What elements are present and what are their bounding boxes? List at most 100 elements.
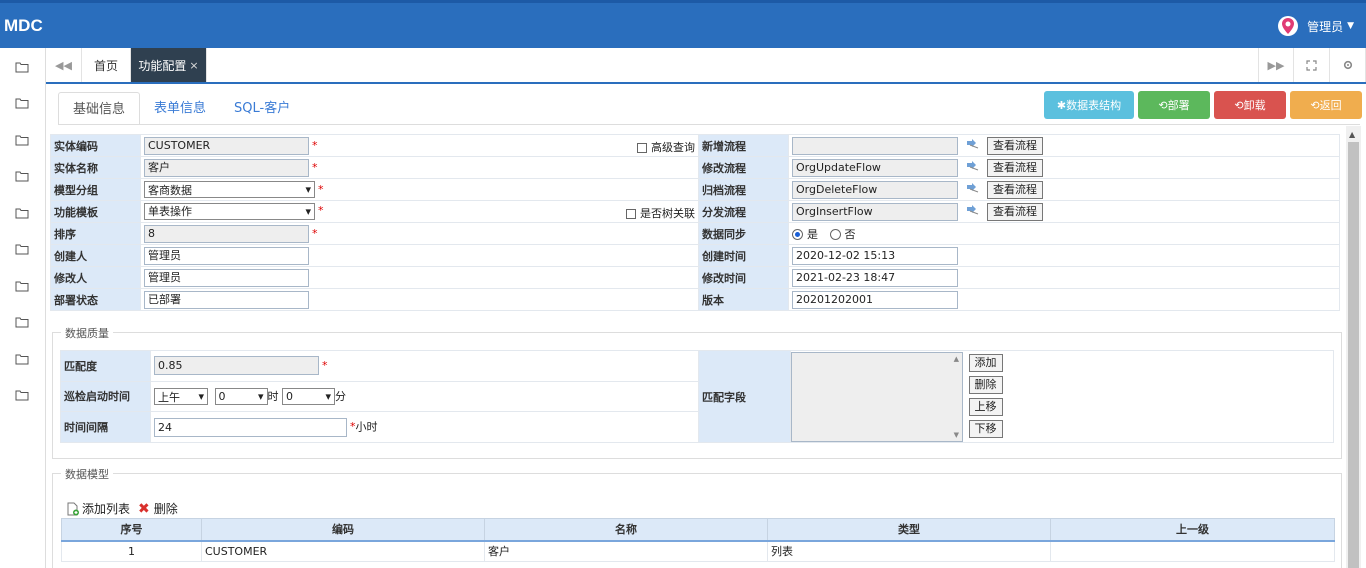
folder-icon[interactable] [15,171,29,182]
dist-flow-field[interactable]: OrgInsertFlow [792,202,958,221]
creator-field[interactable]: 管理员 [144,246,309,265]
delete-list-button[interactable]: ✖ 删除 [138,500,178,517]
close-icon[interactable]: × [189,59,198,72]
move-down-button[interactable]: 下移 [968,420,1003,438]
match-field[interactable]: 0.85 [154,356,319,376]
column-header[interactable]: 名称 [484,518,768,542]
patrol-time-label: 巡检启动时间 [60,380,151,413]
tab-basic-info[interactable]: 基础信息 [58,92,141,125]
column-header[interactable]: 上一级 [1050,518,1335,542]
data-quality-form: 匹配度 0.85 * 匹配字段 ▲ ▼ 添加 删除 上移 下移 巡检启动时间 上午 ▾ [60,350,1334,443]
tab-bar: ◀◀ 首页 功能配置 × ▶▶ [46,48,1366,84]
folder-icon[interactable] [15,98,29,109]
scroll-up-icon[interactable]: ▲ [954,355,959,363]
model-table: 序号 编码 名称 类型 上一级 1 CUSTOMER 客户 列表 [61,518,1335,562]
model-group-label: 模型分组 [50,178,141,201]
tab-active[interactable]: 功能配置 × [131,48,207,82]
modify-time-field[interactable]: 2021-02-23 18:47 [792,268,958,287]
fullscreen-icon[interactable] [1294,48,1330,82]
entity-code-field[interactable]: CUSTOMER [144,136,309,155]
sidebar [0,48,46,568]
flow-select-icon[interactable] [966,182,980,197]
folder-icon[interactable] [15,281,29,292]
main-content: 基础信息 表单信息 SQL-客户 ✱ 数据表结构 ⟲ 部署 ⟲ 卸载 ⟲ 返回 ▲ 实体… [46,84,1366,568]
flow-select-icon[interactable] [966,204,980,219]
minute-select[interactable]: 0 ▾ [282,388,335,406]
gear-icon[interactable] [1330,48,1366,82]
divider [58,124,1360,125]
flow-select-icon[interactable] [966,160,980,175]
required-mark: * [318,182,324,196]
hour-select[interactable]: 0 ▾ [214,388,268,406]
app-logo: MDC [4,16,43,35]
scrollbar[interactable]: ▲ [1346,126,1361,568]
archive-flow-field[interactable]: OrgDeleteFlow [792,180,958,199]
creator-label: 创建人 [50,244,141,267]
scroll-up-icon[interactable]: ▲ [1349,130,1355,139]
tab-scroll-left-button[interactable]: ◀◀ [46,48,82,82]
sync-yes-radio[interactable]: 是 [792,228,818,241]
checkbox[interactable] [637,142,647,153]
back-button[interactable]: ⟲ 返回 [1290,91,1362,119]
top-bar: MDC 管理员 ▼ [0,0,1366,48]
radio[interactable] [829,229,841,240]
add-field-button[interactable]: 添加 [968,354,1003,372]
tab-home[interactable]: 首页 [82,48,131,82]
table-row[interactable]: 1 CUSTOMER 客户 列表 [61,540,1335,562]
radio[interactable] [792,229,803,240]
add-list-button[interactable]: 添加列表 [67,500,130,517]
column-header[interactable]: 编码 [201,518,485,542]
entity-code-label: 实体编码 [50,134,141,157]
entity-name-field[interactable]: 客户 [144,158,309,177]
deploy-button[interactable]: ⟲ 部署 [1138,91,1210,119]
tab-form-info[interactable]: 表单信息 [140,92,220,125]
scroll-thumb[interactable] [1348,142,1359,568]
view-flow-button[interactable]: 查看流程 [987,202,1043,221]
tab-scroll-right-button[interactable]: ▶▶ [1258,48,1294,82]
folder-icon[interactable] [15,354,29,365]
checkbox[interactable] [626,208,636,219]
folder-icon[interactable] [15,317,29,328]
folder-icon[interactable] [15,135,29,146]
update-flow-field[interactable]: OrgUpdateFlow [792,158,958,177]
create-time-field[interactable]: 2020-12-02 15:13 [792,246,958,265]
view-flow-button[interactable]: 查看流程 [987,180,1043,199]
move-up-button[interactable]: 上移 [968,398,1003,416]
order-field[interactable]: 8 [144,224,309,243]
add-flow-field[interactable] [792,136,958,155]
tab-sql[interactable]: SQL-客户 [220,92,304,125]
view-flow-button[interactable]: 查看流程 [987,136,1043,155]
flow-select-icon[interactable] [966,138,980,153]
match-fields-buttons: 添加 删除 上移 下移 [968,352,1003,438]
table-structure-button[interactable]: ✱ 数据表结构 [1044,91,1134,119]
delete-field-button[interactable]: 删除 [968,376,1003,394]
match-fields-list[interactable]: ▲ ▼ [791,352,963,442]
deploy-status-field[interactable]: 已部署 [144,290,309,309]
ampm-select[interactable]: 上午 ▾ [154,388,208,406]
column-header[interactable]: 序号 [61,518,202,542]
interval-field[interactable]: 24 [154,417,347,437]
table-header-row: 序号 编码 名称 类型 上一级 [61,518,1335,542]
view-flow-button[interactable]: 查看流程 [987,158,1043,177]
scroll-down-icon[interactable]: ▼ [954,431,959,439]
column-header[interactable]: 类型 [767,518,1051,542]
match-fields-label: 匹配字段 [698,350,791,443]
advanced-query-checkbox[interactable]: 高级查询 [637,137,695,155]
undeploy-button[interactable]: ⟲ 卸载 [1214,91,1286,119]
tree-link-checkbox[interactable]: 是否树关联 [626,203,695,221]
user-menu[interactable]: 管理员 ▼ [1278,16,1354,36]
folder-icon[interactable] [15,208,29,219]
func-template-select[interactable]: 单表操作 ▾ [144,202,315,220]
folder-icon[interactable] [15,62,29,73]
data-model-section: 数据模型 添加列表 ✖ 删除 序号 编码 名称 类型 上一级 1 CUSTOME… [52,466,1342,568]
dist-flow-label: 分发流程 [698,200,789,223]
sync-no-radio[interactable]: 否 [829,228,856,241]
folder-icon[interactable] [15,390,29,401]
folder-icon[interactable] [15,244,29,255]
update-flow-label: 修改流程 [698,156,789,179]
deploy-status-label: 部署状态 [50,288,141,311]
modifier-field[interactable]: 管理员 [144,268,309,287]
model-group-select[interactable]: 客商数据 ▾ [144,181,315,198]
modify-time-label: 修改时间 [698,266,789,289]
version-field[interactable]: 20201202001 [792,290,958,309]
